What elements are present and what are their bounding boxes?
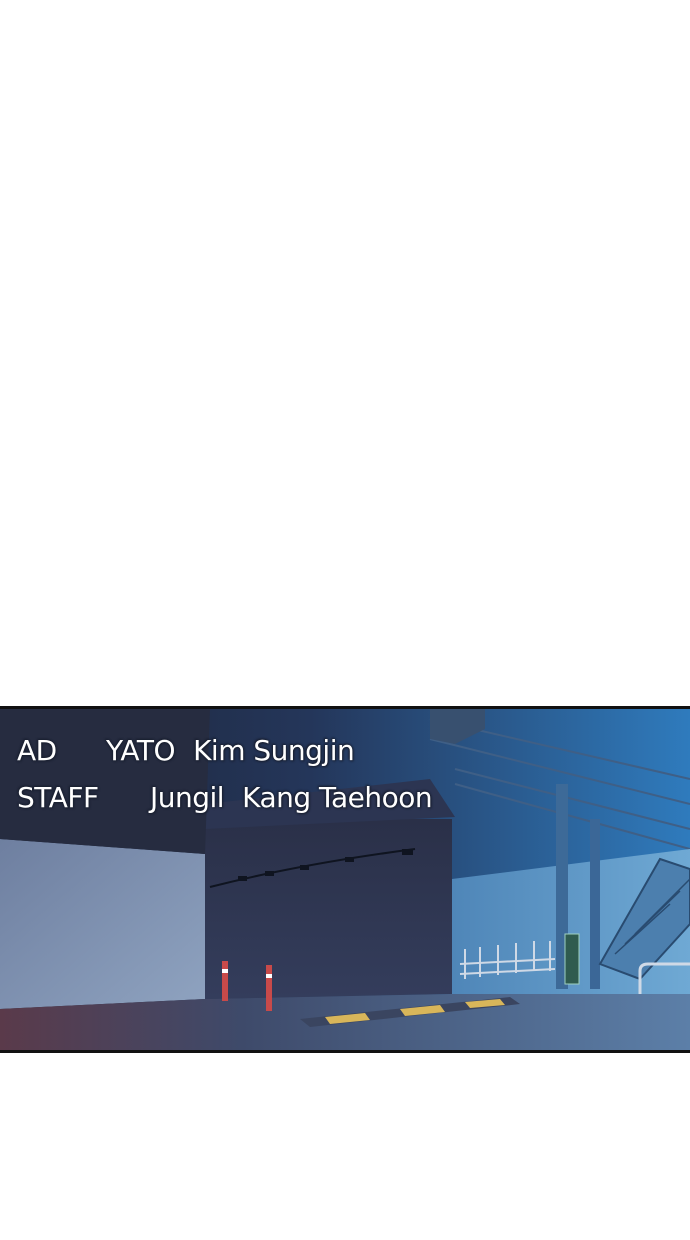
role-label-ad: AD [17, 734, 57, 767]
role-label-staff: STAFF [17, 781, 99, 814]
comic-panel-parking-garage: AD YATO Kim Sungjin STAFF Jungil Kang Taehoo… [0, 706, 690, 1053]
credit-name: Kim Sungjin [193, 734, 355, 767]
credit-name: Jungil [150, 781, 225, 814]
credit-line-ad: AD YATO Kim Sungjin [17, 727, 450, 774]
credits-overlay: AD YATO Kim Sungjin STAFF Jungil Kang Taehoo… [17, 727, 450, 821]
center-wall [205, 819, 452, 999]
credit-line-staff: STAFF Jungil Kang Taehoon [17, 774, 450, 821]
credit-name: Kang Taehoon [242, 781, 433, 814]
left-wall [0, 839, 205, 1009]
pillar [590, 819, 600, 989]
credit-name: YATO [106, 734, 176, 767]
charging-station [564, 933, 580, 985]
